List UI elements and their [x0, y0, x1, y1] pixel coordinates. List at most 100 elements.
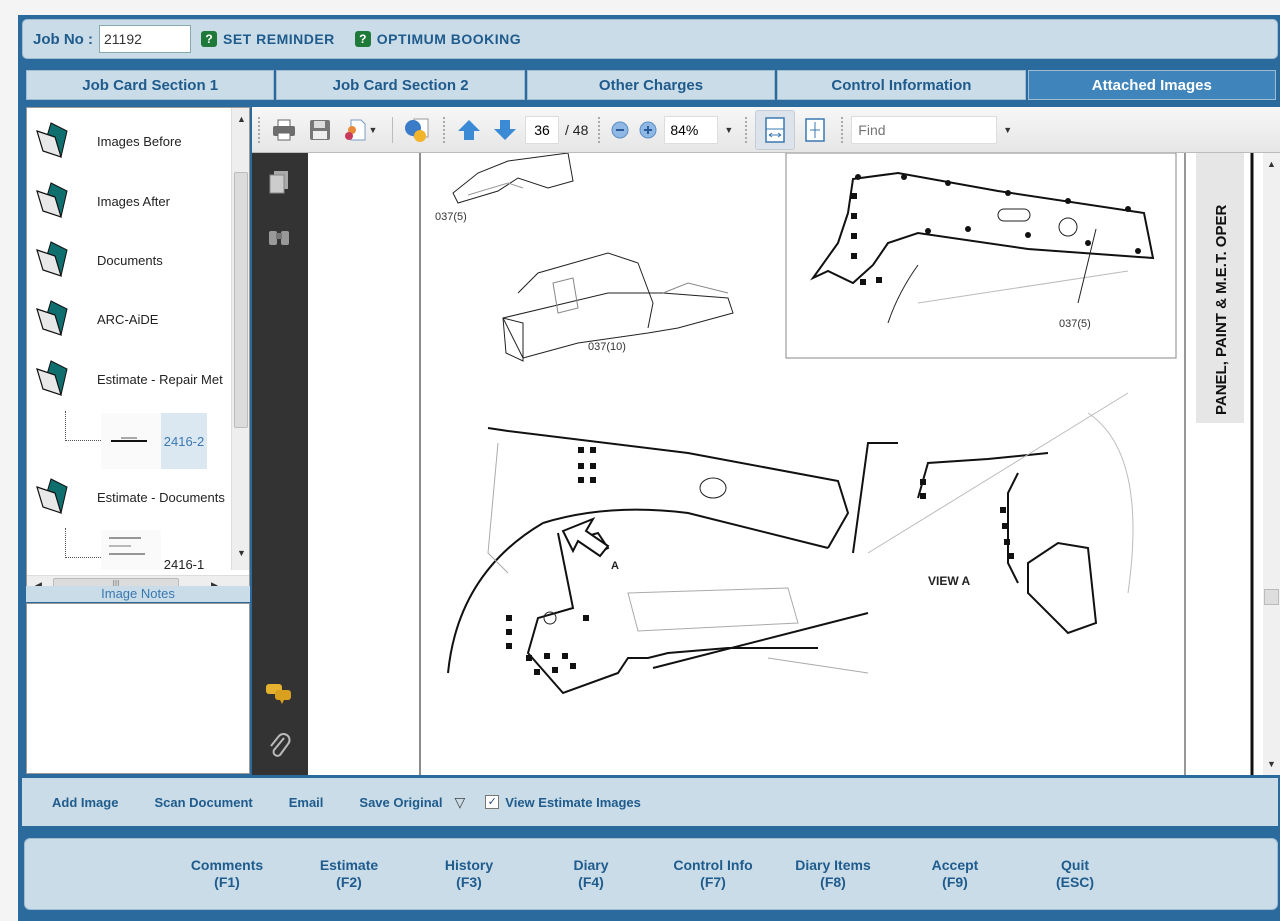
filter-dropdown-icon[interactable]: ▽ — [455, 794, 466, 811]
zoom-in-icon — [639, 121, 657, 138]
comments-panel-button[interactable] — [264, 678, 294, 708]
part-drawing-view-a — [852, 392, 1134, 635]
find-panel-button[interactable] — [264, 221, 294, 251]
fkey-label: Quit — [1061, 857, 1089, 873]
scrollbar-thumb[interactable] — [1264, 589, 1279, 605]
tree-vertical-scrollbar[interactable]: ▲ ▼ — [231, 108, 249, 570]
share-dropdown-button[interactable]: ▼ — [340, 115, 380, 145]
scroll-down-arrow-icon[interactable]: ▼ — [1267, 759, 1276, 769]
viewer-vertical-scrollbar[interactable]: ▲ ▼ — [1263, 153, 1280, 775]
find-dropdown-arrow-icon[interactable]: ▼ — [1003, 125, 1012, 135]
toolbar-grip[interactable] — [258, 116, 262, 143]
set-reminder-button[interactable]: ? SET REMINDER — [201, 31, 335, 47]
tab-control-information[interactable]: Control Information — [777, 70, 1026, 100]
page-total: / 48 — [565, 121, 589, 138]
tab-job-card-section-1[interactable]: Job Card Section 1 — [26, 70, 275, 100]
fkey-shortcut: (F7) — [700, 874, 726, 890]
pages-panel-button[interactable] — [264, 167, 294, 197]
previous-page-button[interactable] — [453, 115, 485, 145]
viewer-navigation-pane — [252, 153, 308, 775]
toolbar-grip[interactable] — [841, 116, 845, 143]
optimum-booking-button[interactable]: ? OPTIMUM BOOKING — [354, 31, 521, 47]
fkey-label: Estimate — [319, 857, 379, 873]
fkey-label: Control Info — [673, 857, 753, 873]
thumbnail — [101, 530, 161, 570]
save-button[interactable] — [304, 115, 336, 145]
printer-icon — [273, 119, 295, 140]
add-image-button[interactable]: Add Image — [52, 795, 118, 810]
folder-open-icon — [36, 241, 68, 277]
fkey-shortcut: (ESC) — [1055, 874, 1095, 890]
folder-open-icon — [36, 182, 68, 218]
toolbar-grip[interactable] — [443, 116, 447, 143]
view-estimate-images-checkbox[interactable]: ✓ — [485, 795, 500, 809]
side-tab-text: PANEL, PAINT & M.E.T. OPER — [1213, 205, 1230, 415]
tree-folder-label: Documents — [97, 252, 163, 268]
diary-button[interactable]: Diary (F4) — [541, 857, 641, 891]
tree-leaf-2416-1[interactable]: 2416-1 — [27, 528, 227, 570]
next-page-button[interactable] — [489, 115, 521, 145]
tab-job-card-section-2[interactable]: Job Card Section 2 — [276, 70, 525, 100]
tab-other-charges[interactable]: Other Charges — [526, 70, 776, 100]
history-button[interactable]: History (F3) — [419, 857, 519, 891]
fit-width-icon — [765, 116, 786, 143]
fit-width-button[interactable] — [755, 109, 796, 150]
estimate-button[interactable]: Estimate (F2) — [299, 857, 399, 891]
zoom-dropdown-arrow-icon[interactable]: ▼ — [724, 125, 733, 135]
diary-items-button[interactable]: Diary Items (F8) — [783, 857, 883, 891]
tree-folder-arc-aide[interactable]: ARC-AiDE — [27, 294, 227, 344]
scroll-up-arrow-icon[interactable]: ▲ — [237, 114, 246, 124]
accept-button[interactable]: Accept (F9) — [905, 857, 1005, 891]
view-estimate-images-label[interactable]: View Estimate Images — [505, 795, 641, 810]
job-no-input[interactable] — [99, 25, 191, 53]
save-original-button[interactable]: Save Original — [359, 795, 442, 810]
tree-folder-estimate-documents[interactable]: Estimate - Documents — [27, 472, 227, 522]
control-info-button[interactable]: Control Info (F7) — [663, 857, 763, 891]
image-notes-textarea[interactable] — [26, 603, 250, 774]
tree-folder-images-after[interactable]: Images After — [27, 176, 227, 226]
fit-page-button[interactable] — [799, 115, 831, 145]
fkey-shortcut: (F3) — [456, 874, 482, 890]
zoom-in-button[interactable] — [636, 115, 660, 145]
tab-attached-images[interactable]: Attached Images — [1027, 70, 1277, 100]
part-drawing-main — [447, 427, 869, 695]
tree-folder-documents[interactable]: Documents — [27, 235, 227, 285]
fkey-label: Diary Items — [795, 857, 871, 873]
part-drawing-037-5-left — [452, 153, 574, 204]
email-button[interactable]: Email — [289, 795, 324, 810]
toolbar-grip[interactable] — [745, 116, 749, 143]
image-action-bar: Add Image Scan Document Email Save Origi… — [22, 778, 1278, 826]
toolbar-grip[interactable] — [598, 116, 602, 143]
tree-folder-label: ARC-AiDE — [97, 311, 159, 327]
web-settings-button[interactable] — [401, 115, 433, 145]
fit-page-icon — [805, 117, 826, 142]
tree-leaf-2416-2[interactable]: 2416-2 — [27, 411, 227, 471]
fkey-shortcut: (F1) — [214, 874, 240, 890]
part-drawing-037-5-right — [785, 153, 1177, 359]
tree-folder-label: Estimate - Repair Met — [97, 371, 223, 387]
tree-folder-estimate-repair-methods[interactable]: Estimate - Repair Met — [27, 354, 227, 404]
print-button[interactable] — [268, 115, 300, 145]
page-number-input[interactable] — [525, 115, 559, 144]
thumbnail — [101, 413, 161, 469]
find-input[interactable] — [851, 115, 998, 144]
tree-folder-images-before[interactable]: Images Before — [27, 116, 227, 166]
job-no-label: Job No : — [33, 30, 93, 48]
binoculars-icon — [269, 231, 289, 245]
part-label: 037(10) — [588, 341, 626, 353]
toolbar-separator — [392, 116, 393, 143]
attachments-panel-button[interactable] — [264, 731, 294, 761]
folder-open-icon — [36, 478, 68, 514]
arrow-down-icon — [494, 119, 516, 140]
document-page[interactable]: 037(5) 037(10) 037(5) A VIEW A PANEL, PA… — [308, 153, 1263, 775]
scrollbar-thumb[interactable] — [234, 172, 248, 428]
scan-document-button[interactable]: Scan Document — [154, 795, 252, 810]
quit-button[interactable]: Quit (ESC) — [1025, 857, 1125, 891]
comments-button[interactable]: Comments (F1) — [177, 857, 277, 891]
scroll-up-arrow-icon[interactable]: ▲ — [1267, 159, 1276, 169]
fkey-shortcut: (F8) — [820, 874, 846, 890]
scroll-down-arrow-icon[interactable]: ▼ — [237, 548, 246, 558]
zoom-level-input[interactable] — [664, 115, 719, 144]
tree-folder-label: Images After — [97, 193, 170, 209]
zoom-out-button[interactable] — [608, 115, 632, 145]
